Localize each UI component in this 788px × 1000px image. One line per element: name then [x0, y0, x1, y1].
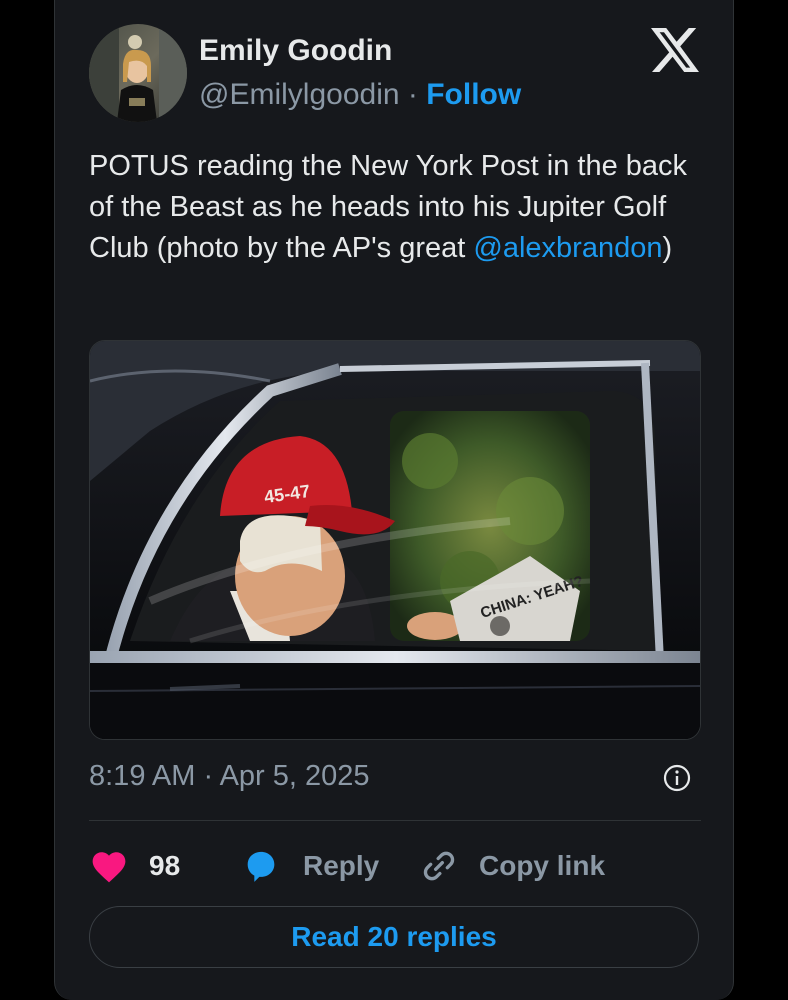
handle-row: @Emilylgoodin · Follow: [199, 78, 521, 112]
author-name[interactable]: Emily Goodin: [199, 34, 392, 68]
read-replies-label: Read 20 replies: [291, 921, 497, 952]
author-handle[interactable]: @Emilylgoodin: [199, 78, 400, 111]
copy-link-label: Copy link: [479, 850, 606, 881]
follow-button[interactable]: Follow: [426, 78, 521, 111]
avatar[interactable]: [89, 24, 187, 122]
reply-bubble-icon: [241, 846, 281, 886]
divider: [89, 820, 701, 821]
separator-dot: ·: [407, 78, 418, 111]
tweet-card: Emily Goodin @Emilylgoodin · Follow POTU…: [54, 0, 734, 1000]
tweet-text: POTUS reading the New York Post in the b…: [89, 146, 709, 269]
reply-button[interactable]: Reply: [241, 838, 379, 894]
reply-label: Reply: [303, 850, 380, 881]
copy-link-button[interactable]: Copy link: [419, 838, 605, 894]
mention-link[interactable]: @alexbrandon: [473, 232, 662, 264]
tweet-timestamp[interactable]: 8:19 AM · Apr 5, 2025: [89, 760, 370, 793]
like-count: 98: [149, 850, 181, 881]
link-icon: [419, 846, 459, 886]
info-icon[interactable]: [663, 764, 691, 792]
read-replies-button[interactable]: Read 20 replies: [89, 906, 699, 968]
tweet-photo[interactable]: 45-47 CHINA: YEAH?: [89, 340, 701, 740]
like-button[interactable]: 98: [89, 838, 180, 894]
heart-icon: [89, 848, 129, 884]
tweet-text-end: ): [662, 232, 673, 264]
x-logo-icon[interactable]: [651, 28, 699, 72]
action-bar: 98 Reply Copy link: [89, 838, 701, 894]
